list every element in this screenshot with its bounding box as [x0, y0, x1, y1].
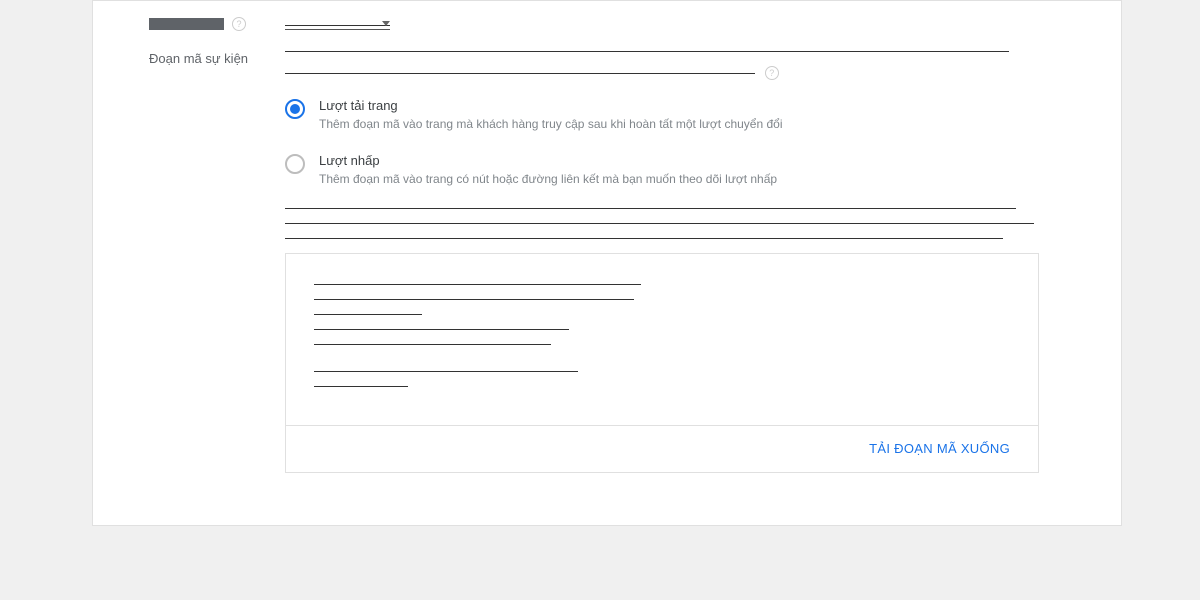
radio-group: Lượt tải trang Thêm đoạn mã vào trang mà… — [285, 98, 1039, 188]
radio-option-page-load[interactable]: Lượt tải trang Thêm đoạn mã vào trang mà… — [285, 98, 1039, 133]
redacted-field-label-col: ? — [149, 17, 277, 31]
radio-button-page-load[interactable] — [285, 99, 305, 119]
radio-button-click[interactable] — [285, 154, 305, 174]
chevron-down-icon — [382, 21, 390, 26]
download-code-button[interactable]: TẢI ĐOẠN MÃ XUỐNG — [869, 441, 1010, 456]
form-area: ? Đoạn mã sự kiện — [93, 1, 1121, 525]
help-icon[interactable]: ? — [765, 66, 779, 80]
select-row — [285, 17, 1039, 30]
code-snippet-content — [286, 254, 1038, 425]
radio-option-click[interactable]: Lượt nhấp Thêm đoạn mã vào trang có nút … — [285, 153, 1039, 188]
code-snippet-box: TẢI ĐOẠN MÃ XUỐNG — [285, 253, 1039, 473]
radio-text-click: Lượt nhấp Thêm đoạn mã vào trang có nút … — [319, 153, 777, 188]
select-dropdown[interactable] — [285, 17, 390, 30]
event-code-label-col: Đoạn mã sự kiện — [149, 51, 277, 68]
select-value-redacted — [285, 25, 390, 26]
event-code-label: Đoạn mã sự kiện — [149, 51, 248, 68]
intro-text-redacted: ? — [285, 51, 1039, 80]
settings-panel: ? Đoạn mã sự kiện — [92, 0, 1122, 526]
radio-desc: Thêm đoạn mã vào trang mà khách hàng tru… — [319, 116, 783, 133]
help-icon[interactable]: ? — [232, 17, 246, 31]
event-code-row: Đoạn mã sự kiện ? Lượt tải trang T — [149, 51, 1039, 473]
radio-desc: Thêm đoạn mã vào trang có nút hoặc đường… — [319, 171, 777, 188]
code-snippet-footer: TẢI ĐOẠN MÃ XUỐNG — [286, 425, 1038, 472]
event-code-content: ? Lượt tải trang Thêm đoạn mã vào trang … — [277, 51, 1039, 473]
redacted-field-row: ? — [149, 17, 1039, 31]
footer-text-redacted — [285, 208, 1039, 239]
radio-title: Lượt nhấp — [319, 153, 777, 168]
redacted-field-content — [277, 17, 1039, 30]
radio-title: Lượt tải trang — [319, 98, 783, 113]
radio-text-page-load: Lượt tải trang Thêm đoạn mã vào trang mà… — [319, 98, 783, 133]
redacted-field-label — [149, 18, 224, 30]
